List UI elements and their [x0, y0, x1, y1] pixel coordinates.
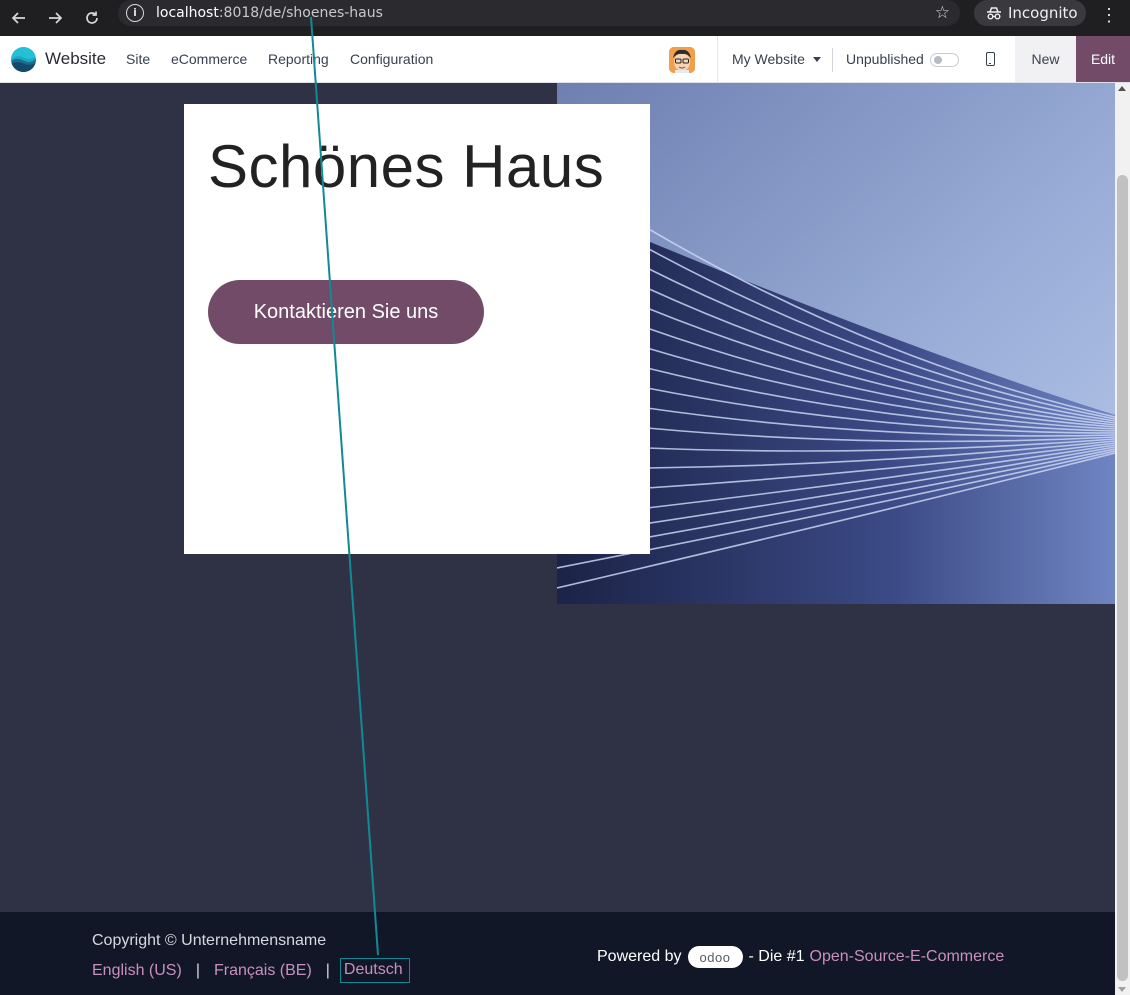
caret-down-icon [812, 56, 821, 62]
language-switcher: English (US) | Français (BE) | Deutsch [92, 958, 410, 983]
website-selector[interactable]: My Website [732, 51, 821, 67]
back-arrow-icon[interactable] [7, 6, 31, 30]
lang-english[interactable]: English (US) [92, 962, 182, 980]
menu-ecommerce[interactable]: eCommerce [171, 51, 247, 67]
mobile-preview-icon[interactable] [986, 52, 995, 66]
page-title: Schönes Haus [208, 133, 605, 200]
ecommerce-link[interactable]: Open-Source-E-Commerce [810, 948, 1005, 966]
incognito-indicator[interactable]: Incognito [974, 0, 1086, 26]
menu-site[interactable]: Site [126, 51, 150, 67]
website-selector-label: My Website [732, 51, 805, 67]
scroll-thumb[interactable] [1117, 175, 1128, 981]
browser-toolbar: i localhost:8018/de/shoenes-haus ☆ Incog… [0, 0, 1130, 36]
app-name[interactable]: Website [45, 49, 106, 69]
odoo-badge[interactable]: odoo [687, 946, 743, 968]
powered-by: Powered by odoo - Die #1 Open-Source-E-C… [597, 946, 1004, 968]
nav-divider [717, 36, 718, 82]
site-info-icon[interactable]: i [126, 4, 144, 22]
incognito-icon [987, 7, 1001, 20]
lang-separator: | [195, 961, 200, 979]
page-footer: Copyright © Unternehmensname English (US… [0, 912, 1115, 995]
lang-french[interactable]: Français (BE) [214, 962, 312, 980]
odoo-badge-text: odoo [699, 949, 731, 965]
url-text: localhost:8018/de/shoenes-haus [156, 5, 383, 21]
publish-toggle[interactable] [930, 53, 959, 67]
address-bar[interactable]: i localhost:8018/de/shoenes-haus ☆ [118, 0, 960, 26]
url-path: :8018/de/shoenes-haus [218, 5, 383, 21]
page-content: Schönes Haus Kontaktieren Sie uns [0, 83, 1115, 912]
nav-divider-short [832, 48, 833, 72]
scroll-up-icon[interactable] [1118, 86, 1126, 91]
copyright-text: Copyright © Unternehmensname [92, 932, 327, 949]
url-host: localhost [156, 5, 219, 21]
menu-configuration[interactable]: Configuration [350, 51, 433, 67]
scroll-down-icon[interactable] [1118, 987, 1126, 992]
hero-card: Schönes Haus Kontaktieren Sie uns [184, 104, 650, 554]
lang-separator: | [325, 961, 330, 979]
powered-prefix: Powered by [597, 948, 682, 965]
bookmark-star-icon[interactable]: ☆ [935, 3, 950, 23]
powered-tagline: - Die #1 [748, 948, 805, 965]
contact-us-button[interactable]: Kontaktieren Sie uns [208, 280, 484, 344]
forward-arrow-icon[interactable] [43, 6, 67, 30]
reload-icon[interactable] [80, 6, 104, 30]
user-avatar[interactable] [669, 47, 695, 73]
incognito-label: Incognito [1008, 4, 1078, 22]
odoo-top-nav: Website Site eCommerce Reporting Configu… [0, 36, 1130, 83]
menu-reporting[interactable]: Reporting [268, 51, 329, 67]
new-button[interactable]: New [1015, 36, 1076, 82]
toggle-knob [934, 56, 942, 64]
edit-button[interactable]: Edit [1076, 36, 1130, 82]
lang-german[interactable]: Deutsch [339, 958, 410, 983]
publish-status-label: Unpublished [846, 51, 924, 67]
kebab-menu-icon[interactable]: ⋮ [1100, 6, 1118, 30]
page-scrollbar[interactable] [1115, 83, 1130, 995]
odoo-logo-icon[interactable] [11, 47, 36, 72]
